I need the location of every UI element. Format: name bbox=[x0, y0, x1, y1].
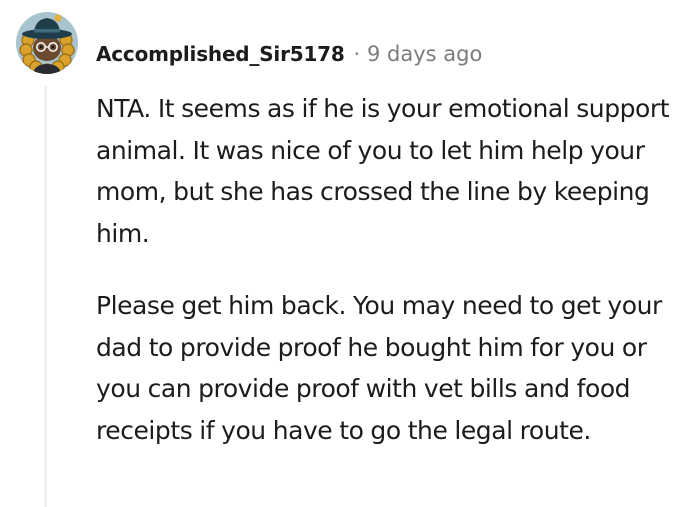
comment-body: NTA. It seems as if he is your emotional… bbox=[96, 88, 696, 451]
snoo-avatar-icon bbox=[16, 12, 78, 74]
comment-paragraph: Please get him back. You may need to get… bbox=[96, 291, 662, 445]
thread-collapse-line[interactable] bbox=[44, 86, 47, 507]
meta-separator: · bbox=[353, 42, 360, 66]
comment: Accomplished_Sir5178 · 9 days ago NTA. I… bbox=[0, 0, 700, 507]
comment-paragraph: NTA. It seems as if he is your emotional… bbox=[96, 94, 670, 248]
user-avatar[interactable] bbox=[14, 10, 80, 76]
comment-meta: Accomplished_Sir5178 · 9 days ago bbox=[96, 40, 482, 68]
comment-timestamp[interactable]: 9 days ago bbox=[367, 42, 482, 66]
author-username[interactable]: Accomplished_Sir5178 bbox=[96, 42, 345, 66]
